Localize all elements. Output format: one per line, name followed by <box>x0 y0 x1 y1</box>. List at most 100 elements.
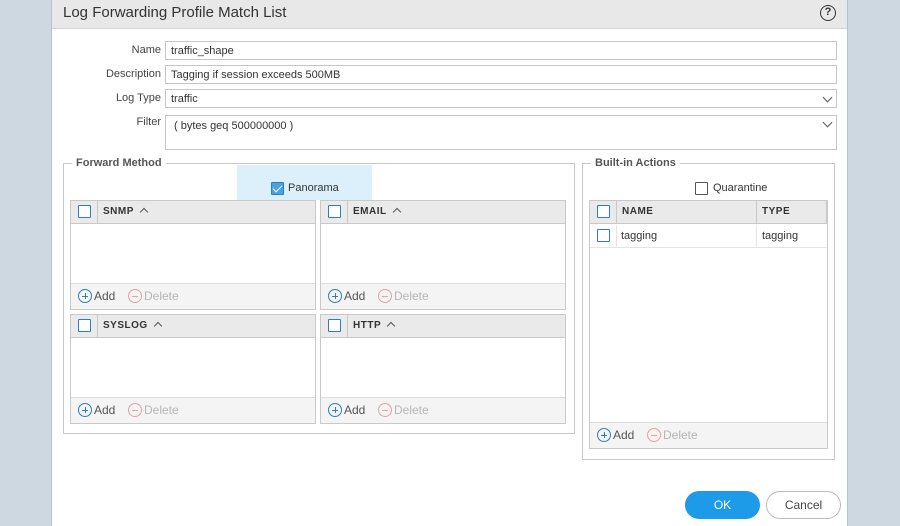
name-label: Name <box>131 44 161 56</box>
quarantine-label: Quarantine <box>713 182 768 194</box>
syslog-header-label: SYSLOG <box>103 320 148 331</box>
minus-circle-icon <box>378 403 392 417</box>
row-type-cell: tagging <box>762 230 799 242</box>
add-label: Add <box>94 289 116 303</box>
email-footer: Add Delete <box>321 283 565 309</box>
http-header: HTTP <box>321 315 565 338</box>
description-label: Description <box>105 68 161 80</box>
description-input[interactable]: Tagging if session exceeds 500MB <box>165 65 837 84</box>
sort-asc-icon <box>153 321 162 331</box>
dialog-title: Log Forwarding Profile Match List <box>63 4 287 21</box>
delete-label: Delete <box>394 289 429 303</box>
syslog-header: SYSLOG <box>71 315 315 338</box>
plus-circle-icon <box>328 289 342 303</box>
builtin-select-all-checkbox[interactable] <box>597 205 610 218</box>
http-header-label: HTTP <box>353 320 382 331</box>
snmp-add-button[interactable]: Add <box>78 289 115 303</box>
cell-divider <box>616 225 617 248</box>
log-forwarding-dialog: Log Forwarding Profile Match List ? Name… <box>51 0 848 526</box>
http-panel: HTTP Add Delete <box>320 314 566 424</box>
snmp-select-all-checkbox[interactable] <box>78 205 91 218</box>
add-label: Add <box>344 289 366 303</box>
ok-button[interactable]: OK <box>685 491 760 519</box>
header-divider <box>97 315 98 338</box>
sort-asc-icon <box>139 207 149 217</box>
delete-label: Delete <box>663 428 698 442</box>
http-add-button[interactable]: Add <box>328 403 365 417</box>
sort-asc-icon <box>386 321 396 331</box>
header-divider <box>347 201 348 224</box>
http-delete-button[interactable]: Delete <box>378 403 429 417</box>
cell-divider <box>756 225 757 248</box>
minus-circle-icon <box>378 289 392 303</box>
minus-circle-icon <box>647 428 661 442</box>
minus-circle-icon <box>128 403 142 417</box>
email-header: EMAIL <box>321 201 565 224</box>
email-delete-button[interactable]: Delete <box>378 289 429 303</box>
syslog-column-header[interactable]: SYSLOG <box>103 320 162 331</box>
delete-label: Delete <box>144 403 179 417</box>
add-label: Add <box>613 428 635 442</box>
header-divider <box>826 201 827 224</box>
dialog-titlebar: Log Forwarding Profile Match List ? <box>52 0 847 29</box>
snmp-panel: SNMP Add Delete <box>70 200 316 310</box>
email-select-all-checkbox[interactable] <box>328 205 341 218</box>
email-add-button[interactable]: Add <box>328 289 365 303</box>
syslog-select-all-checkbox[interactable] <box>78 319 91 332</box>
cancel-button[interactable]: Cancel <box>766 491 841 519</box>
plus-circle-icon <box>597 428 611 442</box>
header-divider <box>616 201 617 224</box>
chevron-down-icon <box>822 117 833 128</box>
panorama-label: Panorama <box>288 182 339 194</box>
delete-label: Delete <box>144 289 179 303</box>
plus-circle-icon <box>328 403 342 417</box>
plus-circle-icon <box>78 289 92 303</box>
row-checkbox[interactable] <box>597 229 610 242</box>
filter-value: ( bytes geq 500000000 ) <box>174 120 294 132</box>
builtin-actions-legend: Built-in Actions <box>591 157 680 169</box>
email-header-label: EMAIL <box>353 206 387 217</box>
http-select-all-checkbox[interactable] <box>328 319 341 332</box>
table-row[interactable]: tagging tagging <box>590 225 827 248</box>
filter-input[interactable]: ( bytes geq 500000000 ) <box>165 115 837 150</box>
help-icon[interactable]: ? <box>820 5 836 21</box>
plus-circle-icon <box>78 403 92 417</box>
snmp-delete-button[interactable]: Delete <box>128 289 179 303</box>
header-divider <box>347 315 348 338</box>
log-type-select[interactable]: traffic <box>165 89 837 108</box>
email-column-header[interactable]: EMAIL <box>353 206 401 217</box>
builtin-add-button[interactable]: Add <box>597 428 634 442</box>
log-type-value: traffic <box>171 93 198 105</box>
chevron-down-icon <box>822 92 833 103</box>
log-type-label: Log Type <box>115 92 161 104</box>
syslog-delete-button[interactable]: Delete <box>128 403 179 417</box>
builtin-actions-header: NAME TYPE <box>590 201 827 224</box>
snmp-footer: Add Delete <box>71 283 315 309</box>
forward-method-legend: Forward Method <box>72 157 166 169</box>
filter-label: Filter <box>136 116 161 128</box>
email-panel: EMAIL Add Delete <box>320 200 566 310</box>
minus-circle-icon <box>128 289 142 303</box>
syslog-add-button[interactable]: Add <box>78 403 115 417</box>
type-column-header[interactable]: TYPE <box>762 206 790 217</box>
http-column-header[interactable]: HTTP <box>353 320 396 331</box>
add-label: Add <box>344 403 366 417</box>
row-name-cell: tagging <box>621 230 658 242</box>
http-footer: Add Delete <box>321 397 565 423</box>
syslog-panel: SYSLOG Add Delete <box>70 314 316 424</box>
builtin-actions-footer: Add Delete <box>590 422 827 448</box>
builtin-actions-table: NAME TYPE tagging tagging Add Delete <box>589 200 828 449</box>
snmp-header: SNMP <box>71 201 315 224</box>
snmp-header-label: SNMP <box>103 206 134 217</box>
delete-label: Delete <box>394 403 429 417</box>
header-divider <box>756 201 757 224</box>
add-label: Add <box>94 403 116 417</box>
name-column-header[interactable]: NAME <box>622 206 653 217</box>
snmp-column-header[interactable]: SNMP <box>103 206 149 217</box>
builtin-delete-button[interactable]: Delete <box>647 428 698 442</box>
name-input[interactable]: traffic_shape <box>165 41 837 60</box>
header-divider <box>97 201 98 224</box>
panorama-checkbox[interactable] <box>271 182 284 195</box>
quarantine-checkbox[interactable] <box>695 182 708 195</box>
sort-asc-icon <box>392 207 401 217</box>
